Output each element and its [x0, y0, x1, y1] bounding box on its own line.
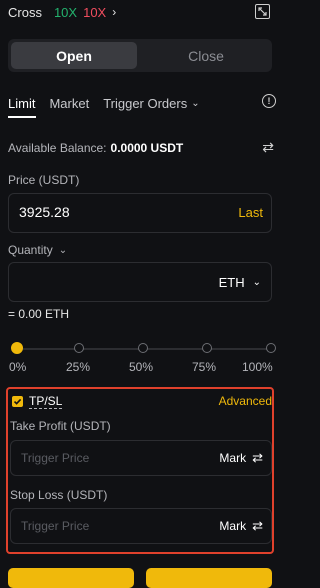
chevron-down-icon: ⌄	[252, 277, 261, 288]
tpsl-checkbox[interactable]	[12, 396, 23, 407]
price-input[interactable]: 3925.28 Last	[8, 193, 272, 233]
open-close-toggle: Open Close	[8, 39, 272, 72]
slider-thumb[interactable]	[11, 342, 23, 354]
tab-market[interactable]: Market	[49, 96, 89, 111]
swap-icon: ⇄	[252, 518, 263, 533]
transfer-icon[interactable]: ⇄	[262, 139, 274, 156]
balance-value: 0.0000 USDT	[110, 141, 184, 155]
open-tab[interactable]: Open	[11, 42, 137, 69]
slider-label-100: 100%	[242, 360, 273, 374]
take-profit-mode: Mark	[219, 451, 247, 465]
quantity-unit: ETH	[218, 275, 245, 290]
take-profit-label: Take Profit (USDT)	[10, 419, 111, 433]
tab-trigger-orders-label: Trigger Orders	[103, 95, 188, 111]
tpsl-label[interactable]: TP/SL	[29, 394, 63, 409]
slider-label-25: 25%	[66, 360, 91, 374]
price-label: Price (USDT)	[8, 173, 80, 187]
tab-limit[interactable]: Limit	[8, 96, 35, 111]
take-profit-placeholder: Trigger Price	[21, 451, 90, 465]
open-long-button[interactable]	[8, 568, 134, 588]
order-type-tabs: Limit Market Trigger Orders ⌄ !	[8, 93, 276, 113]
stop-loss-input[interactable]: Trigger Price Mark ⇄	[10, 508, 272, 544]
chevron-down-icon: ⌄	[191, 97, 200, 109]
quantity-label: Quantity	[8, 243, 53, 257]
header-bar: Cross 10X 10X ›	[8, 3, 272, 21]
available-balance: Available Balance: 0.0000 USDT ⇄	[8, 139, 274, 156]
slider-label-50: 50%	[129, 360, 154, 374]
chevron-right-icon[interactable]: ›	[112, 5, 116, 19]
expand-icon[interactable]	[255, 4, 270, 19]
tab-trigger-orders[interactable]: Trigger Orders ⌄	[103, 96, 199, 111]
slider-label-0: 0%	[9, 360, 27, 374]
slider-label-75: 75%	[192, 360, 217, 374]
stop-loss-label: Stop Loss (USDT)	[10, 488, 108, 502]
quantity-label-row[interactable]: Quantity ⌄	[8, 243, 67, 257]
take-profit-input[interactable]: Trigger Price Mark ⇄	[10, 440, 272, 476]
active-tab-underline	[8, 116, 36, 118]
slider-stop-25[interactable]	[74, 343, 84, 353]
info-icon[interactable]: !	[262, 94, 276, 108]
check-icon	[13, 398, 22, 405]
slider-stop-75[interactable]	[202, 343, 212, 353]
margin-mode[interactable]: Cross	[8, 5, 42, 20]
stop-loss-mode: Mark	[219, 519, 247, 533]
quantity-equivalent: = 0.00 ETH	[8, 307, 70, 321]
quantity-unit-select[interactable]: ETH ⌄	[219, 275, 261, 290]
leverage-long[interactable]: 10X	[54, 5, 77, 20]
balance-label: Available Balance:	[8, 141, 107, 155]
price-value: 3925.28	[19, 204, 70, 220]
advanced-link[interactable]: Advanced	[219, 394, 272, 408]
leverage-short[interactable]: 10X	[83, 5, 106, 20]
last-price-button[interactable]: Last	[238, 205, 263, 220]
close-tab[interactable]: Close	[143, 42, 269, 69]
quantity-input[interactable]: ETH ⌄	[8, 262, 272, 302]
swap-icon: ⇄	[252, 450, 263, 465]
open-short-button[interactable]	[146, 568, 272, 588]
slider-stop-50[interactable]	[138, 343, 148, 353]
stop-loss-placeholder: Trigger Price	[21, 519, 90, 533]
stop-loss-mode-toggle[interactable]: Mark ⇄	[219, 518, 263, 534]
slider-stop-100[interactable]	[266, 343, 276, 353]
chevron-down-icon: ⌄	[58, 244, 68, 256]
take-profit-mode-toggle[interactable]: Mark ⇄	[219, 450, 263, 466]
